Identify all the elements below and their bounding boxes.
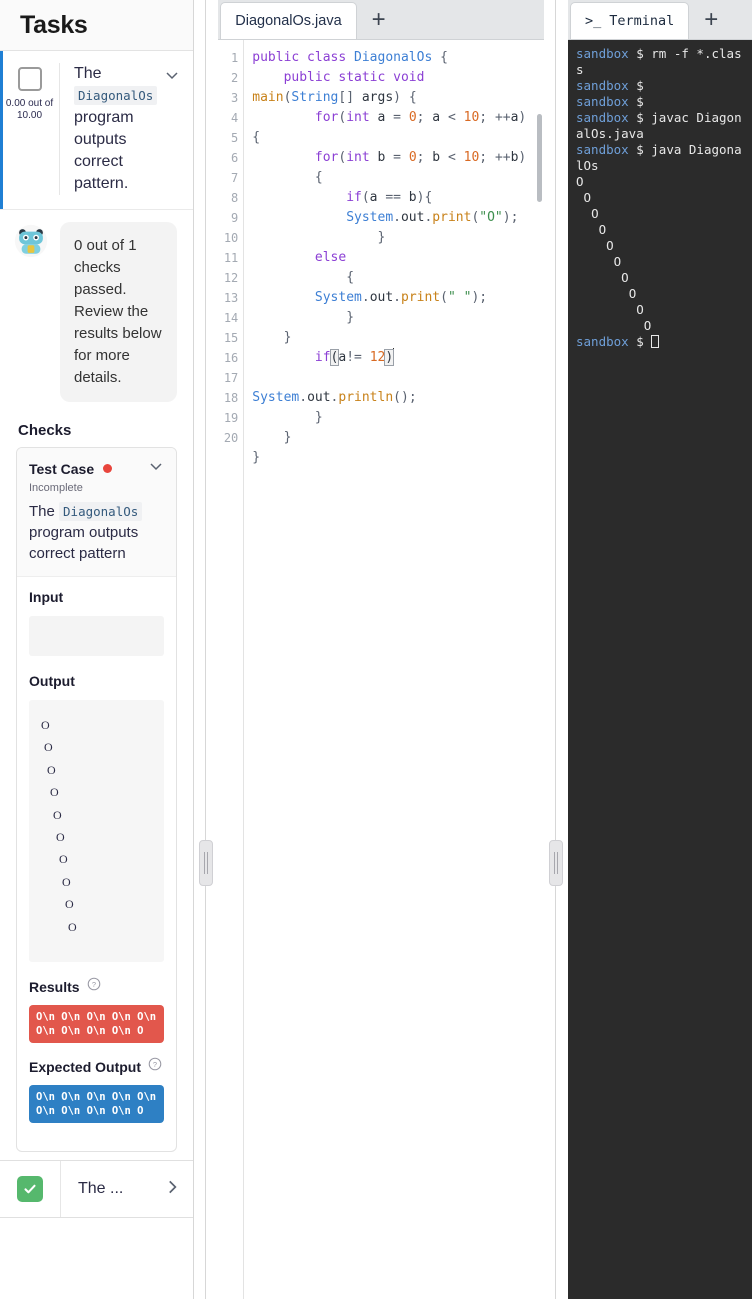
test-case-title: Test Case	[29, 460, 95, 477]
task-collapse-button[interactable]	[161, 63, 183, 83]
chevron-right-icon	[169, 1180, 177, 1193]
task-nav-row[interactable]: The ...	[0, 1160, 194, 1218]
tc-desc-pre: The	[29, 503, 60, 520]
code-area[interactable]: 1 2 3 4 5 6 7 8 9 10 11 12 13 14 15 16 1…	[218, 40, 544, 1299]
app-root: Tasks 0.00 out of 10.00 The DiagonalOs p…	[0, 0, 752, 1299]
line-number-gutter: 1 2 3 4 5 6 7 8 9 10 11 12 13 14 15 16 1…	[218, 40, 245, 1299]
terminal-host: sandbox	[576, 334, 629, 349]
chevron-down-icon	[166, 72, 178, 80]
svg-text:?: ?	[153, 1060, 157, 1069]
input-field[interactable]	[29, 616, 165, 656]
test-case-body: Input Output O O O O O O O O O O Results	[17, 577, 176, 1151]
terminal-prompt-icon: >_	[585, 13, 602, 29]
divider	[60, 1161, 61, 1217]
question-mark-icon: ?	[87, 977, 100, 991]
task-next-button[interactable]	[163, 1178, 181, 1201]
checkmark-icon	[24, 1184, 36, 1194]
tasks-sidebar: Tasks 0.00 out of 10.00 The DiagonalOs p…	[0, 0, 195, 1299]
page-title: Tasks	[20, 10, 88, 39]
terminal-sigil: $	[636, 46, 644, 61]
test-case-title-row: Test Case	[29, 458, 164, 479]
svg-text:?: ?	[92, 980, 96, 989]
expected-label-row: Expected Output ?	[29, 1057, 164, 1076]
terminal-pane: >_ Terminal + sandbox $ rm -f *.class sa…	[568, 0, 752, 1299]
terminal-host: sandbox	[576, 46, 629, 61]
new-terminal-tab-button[interactable]: +	[689, 0, 733, 39]
question-mark-icon: ?	[148, 1057, 162, 1071]
tab-terminal[interactable]: >_ Terminal	[570, 2, 690, 39]
task-desc-post: program outputs correct pattern.	[74, 109, 134, 192]
terminal-sigil: $	[636, 94, 644, 109]
results-label: Results	[29, 978, 80, 995]
splitter-line	[555, 0, 556, 1299]
task-desc-pre: The	[74, 65, 102, 82]
terminal-sigil: $	[636, 78, 644, 93]
splitter-grip-handle[interactable]	[549, 840, 563, 886]
terminal-cursor	[651, 335, 660, 348]
assistant-message-block: 0 out of 1 checks passed. Review the res…	[0, 210, 193, 410]
tasks-header: Tasks	[0, 0, 194, 51]
right-splitter[interactable]	[544, 0, 568, 1299]
terminal-tab-bar: >_ Terminal +	[568, 0, 752, 40]
terminal-host: sandbox	[576, 94, 629, 109]
code-content[interactable]: public class DiagonalOs { public static …	[244, 40, 544, 1299]
status-badge	[103, 464, 113, 473]
output-display: O O O O O O O O O O	[29, 700, 165, 962]
input-label: Input	[29, 589, 64, 605]
task-description: The DiagonalOs program outputs correct p…	[60, 63, 161, 195]
splitter-line	[205, 0, 207, 1299]
terminal-program-output: O O O O O O O O O O	[576, 174, 652, 333]
tab-terminal-label: Terminal	[609, 13, 675, 29]
results-badge: O\n O\n O\n O\n O\n O\n O\n O\n O\n O	[29, 1005, 165, 1043]
terminal-host: sandbox	[576, 110, 629, 125]
terminal-host: sandbox	[576, 78, 629, 93]
test-case-card: Test Case Incomplete The DiagonalOs prog…	[16, 447, 178, 1152]
tc-desc-code: DiagonalOs	[59, 502, 143, 521]
task-summary-row[interactable]: 0.00 out of 10.00 The DiagonalOs program…	[0, 51, 194, 210]
code-editor-pane: DiagonalOs.java + 1 2 3 4 5 6 7 8 9 10 1…	[218, 0, 544, 1299]
robot-avatar-icon	[14, 224, 48, 258]
splitter-grip-handle[interactable]	[199, 840, 214, 886]
new-editor-tab-button[interactable]: +	[357, 0, 401, 39]
task-checkbox[interactable]	[17, 67, 42, 91]
results-label-row: Results ?	[29, 977, 164, 996]
expected-output-badge: O\n O\n O\n O\n O\n O\n O\n O\n O\n O	[29, 1085, 165, 1123]
tab-diagonalos-java[interactable]: DiagonalOs.java	[220, 2, 357, 39]
test-case-collapse-button[interactable]	[148, 458, 164, 479]
tc-desc-post: program outputs correct pattern	[29, 524, 139, 562]
left-splitter[interactable]	[194, 0, 219, 1299]
test-case-header[interactable]: Test Case Incomplete The DiagonalOs prog…	[17, 448, 177, 577]
task-score-column: 0.00 out of 10.00	[0, 63, 60, 195]
editor-scrollbar[interactable]	[537, 114, 542, 202]
output-label: Output	[29, 673, 75, 689]
task-desc-code: DiagonalOs	[74, 86, 158, 105]
terminal-sigil: $	[636, 110, 644, 125]
task-nav-label: The ...	[78, 1180, 124, 1197]
editor-tab-bar: DiagonalOs.java +	[218, 0, 544, 40]
test-case-description: The DiagonalOs program outputs correct p…	[29, 501, 164, 564]
terminal-host: sandbox	[576, 142, 629, 157]
test-case-status-text: Incomplete	[29, 482, 83, 494]
terminal-sigil: $	[636, 334, 644, 349]
expected-output-label: Expected Output	[29, 1058, 142, 1075]
chevron-down-icon	[150, 463, 162, 471]
terminal-output[interactable]: sandbox $ rm -f *.class sandbox $ sandbo…	[568, 40, 752, 1299]
assistant-message-text: 0 out of 1 checks passed. Review the res…	[60, 222, 178, 402]
completed-check-icon	[17, 1176, 43, 1202]
terminal-sigil: $	[636, 142, 644, 157]
checks-section-label: Checks	[18, 422, 72, 439]
task-score-text: 0.00 out of 10.00	[5, 98, 54, 121]
help-icon[interactable]: ?	[87, 977, 101, 996]
help-icon[interactable]: ?	[148, 1057, 162, 1076]
sidebar-scroll-area[interactable]: 0.00 out of 10.00 The DiagonalOs program…	[0, 51, 194, 1299]
